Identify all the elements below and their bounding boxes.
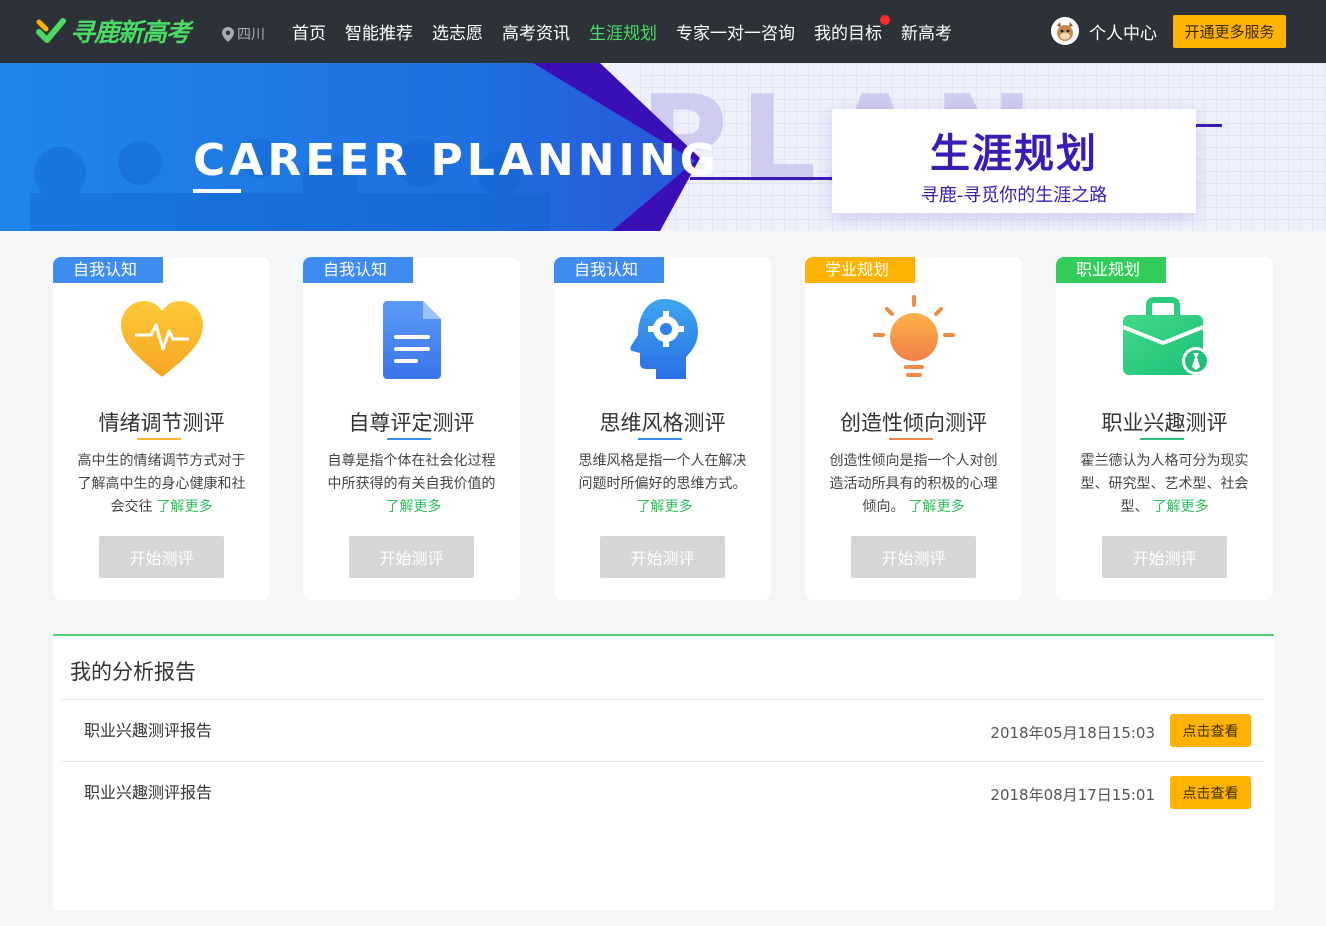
- notification-dot: [880, 15, 890, 25]
- card-description: 高中生的情绪调节方式对于了解高中生的身心健康和社会交往 了解更多: [73, 450, 250, 519]
- start-assessment-button[interactable]: 开始测评: [851, 536, 976, 578]
- assessment-card-thinking-style: 自我认知 思维风格测评 思维风格是指一个人在解决问题时所偏好的思维方式。了解更多…: [554, 257, 771, 600]
- card-title: 职业兴趣测评: [1101, 411, 1228, 435]
- title-underline: [387, 438, 431, 440]
- title-underline: [1140, 438, 1184, 440]
- card-description: 思维风格是指一个人在解决问题时所偏好的思维方式。了解更多: [574, 450, 751, 519]
- card-description: 创造性倾向是指一个人对创造活动所具有的积极的心理倾向。 了解更多: [825, 450, 1002, 519]
- main-nav: 首页 智能推荐 选志愿 高考资讯 生涯规划 专家一对一咨询 我的目标 新高考: [292, 0, 971, 63]
- nav-home[interactable]: 首页: [292, 19, 326, 44]
- start-assessment-button[interactable]: 开始测评: [99, 536, 224, 578]
- title-underline: [889, 438, 933, 440]
- report-name: 职业兴趣测评报告: [84, 783, 213, 802]
- learn-more-link[interactable]: 了解更多: [637, 499, 693, 515]
- location-label: 四川: [237, 27, 265, 43]
- report-row: 职业兴趣测评报告 2018年05月18日15:03 点击查看: [61, 699, 1264, 761]
- banner-title-card: 生涯规划 寻鹿-寻觅你的生涯之路: [832, 109, 1196, 213]
- banner-subtitle: 寻鹿-寻觅你的生涯之路: [920, 185, 1108, 206]
- card-description-text: 自尊是指个体在社会化过程中所获得的有关自我价值的: [327, 453, 496, 492]
- start-assessment-button[interactable]: 开始测评: [600, 536, 725, 578]
- card-title: 思维风格测评: [599, 411, 726, 435]
- report-date: 2018年05月18日15:03: [990, 724, 1155, 742]
- banner-title-underline: [193, 189, 241, 193]
- learn-more-link[interactable]: 了解更多: [386, 499, 442, 515]
- card-title: 自尊评定测评: [348, 411, 475, 435]
- nav-new-exam[interactable]: 新高考: [901, 19, 952, 44]
- title-underline: [638, 438, 682, 440]
- nav-exam-news[interactable]: 高考资讯: [502, 19, 570, 44]
- head-gear-icon: [629, 299, 698, 379]
- learn-more-link[interactable]: 了解更多: [909, 499, 965, 515]
- card-tag: 职业规划: [1056, 257, 1166, 283]
- location-pin-icon: [222, 26, 234, 42]
- report-row: 职业兴趣测评报告 2018年08月17日15:01 点击查看: [61, 761, 1264, 823]
- briefcase-icon: [1121, 297, 1210, 375]
- view-report-button[interactable]: 点击查看: [1170, 714, 1251, 747]
- nav-my-goals-label: 我的目标: [814, 24, 882, 44]
- assessment-card-creativity: 学业规划 创造性倾向测评 创造性倾向是指一个人对创造活动所具有的积极的心理倾向。…: [805, 257, 1022, 600]
- assessment-card-emotion: 自我认知 情绪调节测评 高中生的情绪调节方式对于了解高中生的身心健康和社会交往了…: [53, 257, 270, 600]
- open-more-services-button[interactable]: 开通更多服务: [1173, 15, 1286, 48]
- start-assessment-button[interactable]: 开始测评: [1102, 536, 1227, 578]
- assessment-card-career-interest: 职业规划 职业兴趣测评 霍兰德认为人格可分为现实型、研究型、艺术型、社会型、 了解…: [1056, 257, 1273, 600]
- nav-career-planning[interactable]: 生涯规划: [589, 19, 657, 44]
- card-tag: 学业规划: [805, 257, 915, 283]
- user-center[interactable]: 个人中心: [1051, 17, 1157, 45]
- card-description-text: 思维风格是指一个人在解决问题时所偏好的思维方式。: [578, 453, 747, 492]
- avatar: [1051, 17, 1079, 45]
- view-report-button[interactable]: 点击查看: [1170, 776, 1251, 809]
- nav-my-goals[interactable]: 我的目标: [814, 15, 890, 44]
- card-title: 创造性倾向测评: [840, 411, 987, 435]
- site-logo[interactable]: 寻鹿新高考: [36, 14, 191, 48]
- nav-choose-volunteer[interactable]: 选志愿: [432, 19, 483, 44]
- card-title: 情绪调节测评: [98, 411, 225, 435]
- user-center-label: 个人中心: [1089, 23, 1157, 44]
- card-description: 自尊是指个体在社会化过程中所获得的有关自我价值的了解更多: [323, 450, 500, 519]
- report-name: 职业兴趣测评报告: [84, 721, 213, 740]
- analysis-reports-panel: 我的分析报告 职业兴趣测评报告 2018年05月18日15:03 点击查看 职业…: [53, 634, 1274, 910]
- assessment-card-self-esteem: 自我认知 自尊评定测评 自尊是指个体在社会化过程中所获得的有关自我价值的了解更多…: [303, 257, 520, 600]
- card-tag: 自我认知: [303, 257, 413, 283]
- nav-smart-recommend[interactable]: 智能推荐: [345, 19, 413, 44]
- location-selector[interactable]: 四川: [222, 24, 265, 44]
- card-description: 霍兰德认为人格可分为现实型、研究型、艺术型、社会型、 了解更多: [1076, 450, 1253, 519]
- nav-expert-consult[interactable]: 专家一对一咨询: [676, 19, 795, 44]
- card-tag: 自我认知: [53, 257, 163, 283]
- lightbulb-icon: [872, 295, 955, 377]
- logo-text: 寻鹿新高考: [70, 18, 191, 47]
- heart-pulse-icon: [120, 301, 203, 377]
- reports-title: 我的分析报告: [70, 660, 196, 684]
- learn-more-link[interactable]: 了解更多: [1153, 499, 1209, 515]
- report-date: 2018年08月17日15:01: [990, 786, 1155, 804]
- banner-english-title: CAREER PLANNING: [193, 135, 720, 186]
- document-icon: [382, 301, 441, 379]
- title-underline: [137, 438, 181, 440]
- banner-title: 生涯规划: [930, 131, 1098, 177]
- logo-check-icon: [36, 16, 66, 46]
- top-navbar: 寻鹿新高考 四川 首页 智能推荐 选志愿 高考资讯 生涯规划 专家一对一咨询 我…: [0, 0, 1326, 63]
- card-tag: 自我认知: [554, 257, 664, 283]
- learn-more-link[interactable]: 了解更多: [157, 499, 213, 515]
- hero-banner: PLAN CAREER PLANNING 生涯规划 寻鹿-寻觅你的生涯之路: [0, 63, 1326, 231]
- start-assessment-button[interactable]: 开始测评: [349, 536, 474, 578]
